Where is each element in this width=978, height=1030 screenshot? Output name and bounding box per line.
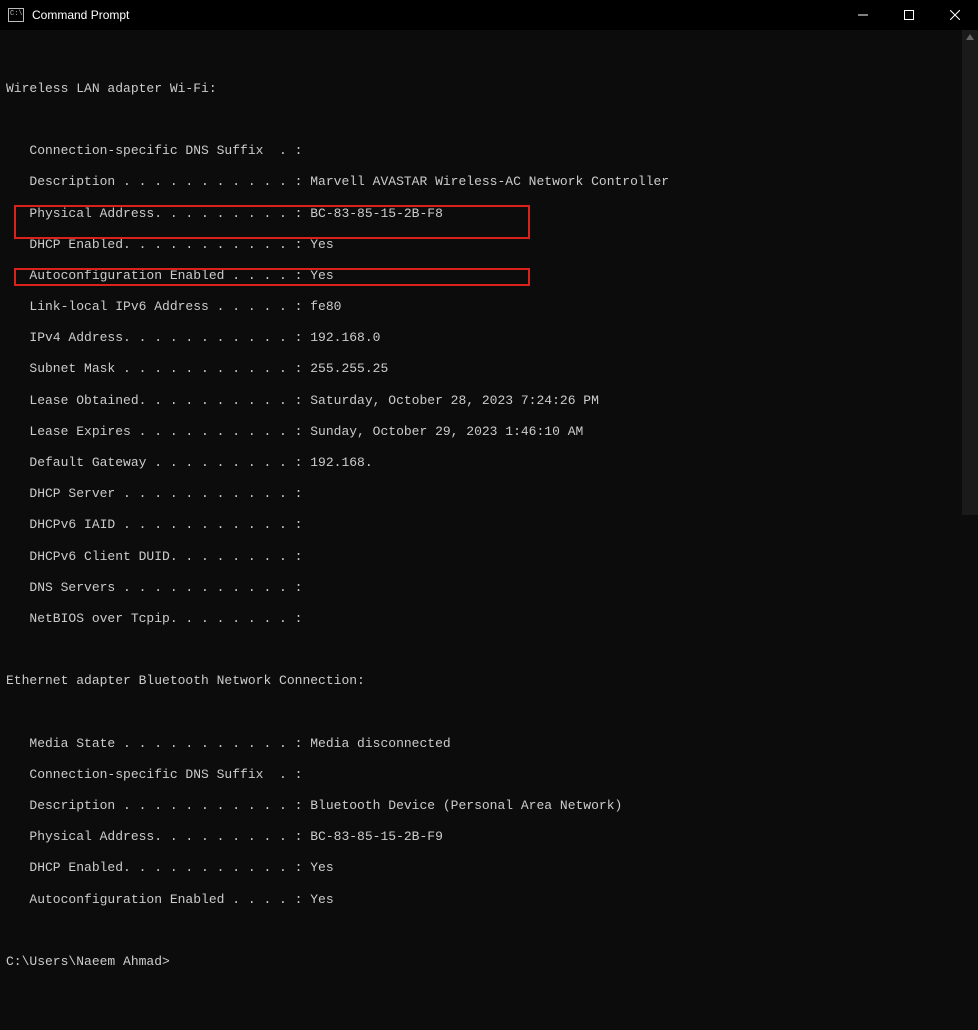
window-controls	[840, 0, 978, 30]
output-line	[6, 705, 972, 721]
field-label: DHCPv6 IAID . . . . . . . . . . . :	[6, 517, 310, 532]
maximize-button[interactable]	[886, 0, 932, 30]
field-label: NetBIOS over Tcpip. . . . . . . . :	[6, 611, 310, 626]
field-label: Connection-specific DNS Suffix . :	[6, 143, 302, 158]
terminal-output[interactable]: Wireless LAN adapter Wi-Fi: Connection-s…	[0, 30, 978, 515]
field-value: 192.168.0	[310, 330, 380, 345]
output-line	[6, 112, 972, 128]
field-label: Physical Address. . . . . . . . . :	[6, 829, 310, 844]
output-line: Connection-specific DNS Suffix . :	[6, 143, 972, 159]
output-line: DHCPv6 Client DUID. . . . . . . . :	[6, 549, 972, 565]
output-line: Description . . . . . . . . . . . : Marv…	[6, 174, 972, 190]
field-value: Bluetooth Device (Personal Area Network)	[310, 798, 622, 813]
field-label: Lease Obtained. . . . . . . . . . :	[6, 393, 310, 408]
output-line: Lease Expires . . . . . . . . . . : Sund…	[6, 424, 972, 440]
prompt-line[interactable]: C:\Users\Naeem Ahmad>	[6, 954, 972, 970]
output-line: Link-local IPv6 Address . . . . . : fe80	[6, 299, 972, 315]
field-label: DHCP Enabled. . . . . . . . . . . :	[6, 237, 310, 252]
field-label: Default Gateway . . . . . . . . . :	[6, 455, 310, 470]
titlebar: Command Prompt	[0, 0, 978, 30]
output-line: Default Gateway . . . . . . . . . : 192.…	[6, 455, 972, 471]
command-prompt-icon	[8, 8, 24, 22]
field-value: Marvell AVASTAR Wireless-AC Network Cont…	[310, 174, 669, 189]
output-line: Connection-specific DNS Suffix . :	[6, 767, 972, 783]
output-line: Autoconfiguration Enabled . . . . : Yes	[6, 892, 972, 908]
field-label: Autoconfiguration Enabled . . . . :	[6, 892, 310, 907]
field-label: Subnet Mask . . . . . . . . . . . :	[6, 361, 310, 376]
field-label: IPv4 Address. . . . . . . . . . . :	[6, 330, 310, 345]
field-value: 192.168.	[310, 455, 372, 470]
field-label: Connection-specific DNS Suffix . :	[6, 767, 302, 782]
output-line	[6, 50, 972, 66]
output-line	[6, 923, 972, 939]
output-line: Autoconfiguration Enabled . . . . : Yes	[6, 268, 972, 284]
window-title: Command Prompt	[32, 8, 129, 22]
output-line: NetBIOS over Tcpip. . . . . . . . :	[6, 611, 972, 627]
field-label: Autoconfiguration Enabled . . . . :	[6, 268, 310, 283]
field-label: DHCP Server . . . . . . . . . . . :	[6, 486, 310, 501]
output-line: Lease Obtained. . . . . . . . . . : Satu…	[6, 393, 972, 409]
field-value: Yes	[310, 237, 333, 252]
field-label: Description . . . . . . . . . . . :	[6, 798, 310, 813]
field-value: Media disconnected	[310, 736, 450, 751]
output-line: IPv4 Address. . . . . . . . . . . : 192.…	[6, 330, 972, 346]
field-label: Description . . . . . . . . . . . :	[6, 174, 310, 189]
field-value: Yes	[310, 268, 333, 283]
field-label: DHCP Enabled. . . . . . . . . . . :	[6, 860, 310, 875]
field-value: BC-83-85-15-2B-F9	[310, 829, 443, 844]
field-value: Sunday, October 29, 2023 1:46:10 AM	[310, 424, 583, 439]
output-line: Physical Address. . . . . . . . . : BC-8…	[6, 829, 972, 845]
field-value: Yes	[310, 892, 333, 907]
output-line: Physical Address. . . . . . . . . : BC-8…	[6, 206, 972, 222]
output-line: DHCP Server . . . . . . . . . . . :	[6, 486, 972, 502]
field-label: Media State . . . . . . . . . . . :	[6, 736, 310, 751]
section-header: Wireless LAN adapter Wi-Fi:	[6, 81, 972, 97]
output-line: DHCP Enabled. . . . . . . . . . . : Yes	[6, 237, 972, 253]
output-line: DNS Servers . . . . . . . . . . . :	[6, 580, 972, 596]
output-line: DHCPv6 IAID . . . . . . . . . . . :	[6, 517, 972, 533]
field-label: Link-local IPv6 Address . . . . . :	[6, 299, 310, 314]
field-value: Yes	[310, 860, 333, 875]
field-label: DHCPv6 Client DUID. . . . . . . . :	[6, 549, 310, 564]
scrollbar[interactable]	[962, 30, 978, 515]
field-label: Physical Address. . . . . . . . . :	[6, 206, 310, 221]
field-label: Lease Expires . . . . . . . . . . :	[6, 424, 310, 439]
output-line	[6, 642, 972, 658]
output-line: Description . . . . . . . . . . . : Blue…	[6, 798, 972, 814]
field-label: DNS Servers . . . . . . . . . . . :	[6, 580, 310, 595]
minimize-button[interactable]	[840, 0, 886, 30]
section-header: Ethernet adapter Bluetooth Network Conne…	[6, 673, 972, 689]
field-value: 255.255.25	[310, 361, 388, 376]
scroll-up-icon[interactable]	[965, 32, 975, 42]
output-line: Subnet Mask . . . . . . . . . . . : 255.…	[6, 361, 972, 377]
output-line: Media State . . . . . . . . . . . : Medi…	[6, 736, 972, 752]
output-line: DHCP Enabled. . . . . . . . . . . : Yes	[6, 860, 972, 876]
field-value: fe80	[310, 299, 341, 314]
field-value: Saturday, October 28, 2023 7:24:26 PM	[310, 393, 599, 408]
field-value: BC-83-85-15-2B-F8	[310, 206, 443, 221]
close-button[interactable]	[932, 0, 978, 30]
